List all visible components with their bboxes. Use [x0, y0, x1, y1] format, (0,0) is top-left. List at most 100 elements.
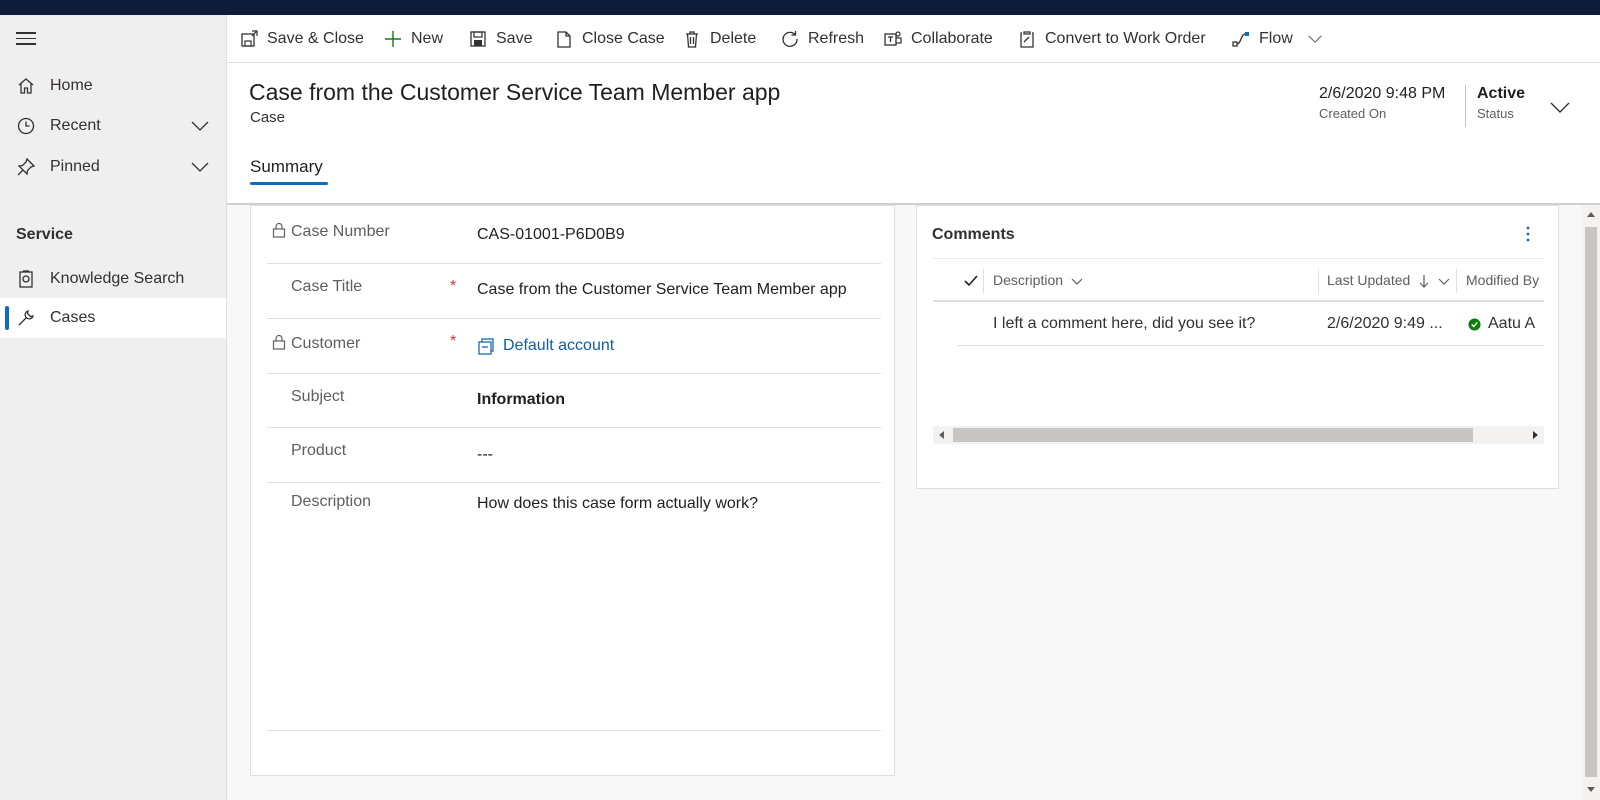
cell-last-updated: 2/6/2020 9:49 ...: [1327, 315, 1443, 332]
sidebar: Home Recent Pinned Service Knowledge Sea…: [0, 15, 227, 800]
column-separator: [983, 269, 984, 293]
clock-icon: [17, 117, 35, 135]
presence-available-icon: [1468, 318, 1481, 331]
record-header: Case from the Customer Service Team Memb…: [227, 63, 1600, 205]
save-icon: [470, 31, 486, 47]
column-header-description[interactable]: Description: [993, 272, 1083, 288]
select-all-checkmark-icon[interactable]: [963, 273, 979, 289]
field-label: Product: [291, 442, 347, 459]
wrench-icon: [18, 310, 34, 326]
sidebar-item-home[interactable]: Home: [0, 66, 226, 106]
field-description: Description How does this case form actu…: [267, 483, 881, 731]
chevron-down-icon[interactable]: [190, 157, 210, 177]
subject-value[interactable]: Information: [477, 391, 565, 409]
field-product: Product ---: [267, 428, 881, 483]
comments-section: Comments Description Last Updated Modifi…: [916, 205, 1559, 489]
sidebar-item-knowledge-search[interactable]: Knowledge Search: [0, 259, 226, 299]
form-content: Case Number CAS-01001-P6D0B9 Case Title …: [227, 205, 1582, 800]
header-expand-chevron-icon[interactable]: [1548, 95, 1572, 119]
chevron-down-icon: [1438, 278, 1450, 286]
description-textarea[interactable]: How does this case form actually work?: [477, 495, 758, 513]
header-divider: [1465, 85, 1466, 127]
field-customer: Customer * Default account: [267, 319, 881, 374]
status-value: Active: [1477, 85, 1526, 102]
column-separator: [1318, 269, 1319, 293]
case-details-section: Case Number CAS-01001-P6D0B9 Case Title …: [250, 205, 895, 776]
chevron-down-icon[interactable]: [190, 116, 210, 136]
required-marker: *: [450, 278, 457, 295]
document-icon: [557, 31, 571, 48]
sort-descending-icon: [1419, 275, 1429, 289]
tab-selected-indicator: [250, 182, 328, 185]
scroll-left-icon[interactable]: [938, 431, 946, 439]
plus-icon: [385, 31, 401, 47]
save-close-button[interactable]: Save & Close: [239, 27, 364, 51]
close-case-button[interactable]: Close Case: [554, 27, 665, 51]
column-header-last-updated[interactable]: Last Updated: [1327, 272, 1450, 289]
cell-modified-by-link[interactable]: Aatu A: [1488, 315, 1535, 333]
field-case-title: Case Title * Case from the Customer Serv…: [267, 264, 881, 319]
sidebar-section-title: Service: [16, 226, 73, 243]
scroll-down-icon[interactable]: [1587, 785, 1595, 793]
table-row[interactable]: I left a comment here, did you see it? 2…: [957, 302, 1544, 346]
top-banner: [0, 0, 1600, 15]
field-subject: Subject Information: [267, 374, 881, 428]
status-label: Status: [1477, 106, 1514, 121]
created-on-label: Created On: [1319, 106, 1387, 121]
command-bar: Save & Close New Save Close Case Delete …: [227, 15, 1600, 63]
collaborate-button[interactable]: Collaborate: [883, 27, 993, 51]
more-options-icon[interactable]: [1520, 224, 1536, 244]
comments-title: Comments: [932, 226, 1015, 243]
tab-summary[interactable]: Summary: [250, 157, 323, 177]
sidebar-item-cases[interactable]: Cases: [0, 298, 226, 338]
column-separator: [1456, 269, 1457, 293]
convert-to-work-order-button[interactable]: Convert to Work Order: [1017, 27, 1206, 51]
field-label: Description: [291, 493, 372, 510]
field-label: Case Title: [291, 278, 363, 295]
hamburger-menu-icon[interactable]: [16, 32, 36, 46]
sidebar-item-label: Home: [50, 77, 93, 94]
clipboard-icon: [1020, 31, 1034, 48]
scroll-up-icon[interactable]: [1587, 211, 1595, 219]
scrollbar-thumb[interactable]: [1585, 227, 1597, 777]
product-value[interactable]: ---: [477, 446, 493, 464]
horizontal-scrollbar[interactable]: [933, 426, 1544, 444]
case-number-value: CAS-01001-P6D0B9: [477, 226, 625, 243]
sidebar-item-pinned[interactable]: Pinned: [0, 147, 226, 187]
lock-icon: [272, 222, 286, 238]
field-label: Case Number: [291, 223, 390, 240]
scrollbar-thumb[interactable]: [953, 428, 1473, 442]
refresh-icon: [782, 31, 798, 47]
chevron-down-icon[interactable]: [1307, 31, 1323, 47]
cell-description: I left a comment here, did you see it?: [993, 315, 1256, 332]
created-on-value: 2/6/2020 9:48 PM: [1319, 85, 1446, 102]
required-marker: *: [450, 333, 457, 350]
teams-icon: [884, 31, 902, 46]
column-header-modified-by[interactable]: Modified By: [1466, 272, 1539, 288]
delete-button[interactable]: Delete: [682, 27, 756, 51]
trash-icon: [686, 31, 698, 48]
chevron-down-icon: [1071, 278, 1083, 286]
pin-icon: [17, 157, 36, 176]
scroll-right-icon[interactable]: [1531, 431, 1539, 439]
save-button[interactable]: Save: [468, 27, 532, 51]
vertical-scrollbar[interactable]: [1582, 205, 1600, 800]
field-label: Customer: [291, 335, 361, 352]
sidebar-item-recent[interactable]: Recent: [0, 106, 226, 146]
save-close-icon: [241, 30, 258, 47]
new-button[interactable]: New: [383, 27, 443, 51]
record-entity-type: Case: [250, 109, 286, 126]
case-title-input[interactable]: Case from the Customer Service Team Memb…: [477, 281, 847, 299]
header-created-on: 2/6/2020 9:48 PM Created On: [1319, 85, 1445, 121]
field-case-number: Case Number CAS-01001-P6D0B9: [267, 206, 881, 264]
account-icon: [478, 338, 494, 355]
home-icon: [18, 78, 34, 94]
sidebar-item-label: Knowledge Search: [50, 270, 185, 287]
header-status: Active Status: [1477, 85, 1525, 121]
flow-icon: [1232, 32, 1249, 47]
refresh-button[interactable]: Refresh: [780, 27, 864, 51]
flow-button[interactable]: Flow: [1231, 27, 1323, 51]
lock-icon: [272, 334, 286, 350]
customer-link[interactable]: Default account: [503, 337, 614, 355]
field-label: Subject: [291, 388, 345, 405]
